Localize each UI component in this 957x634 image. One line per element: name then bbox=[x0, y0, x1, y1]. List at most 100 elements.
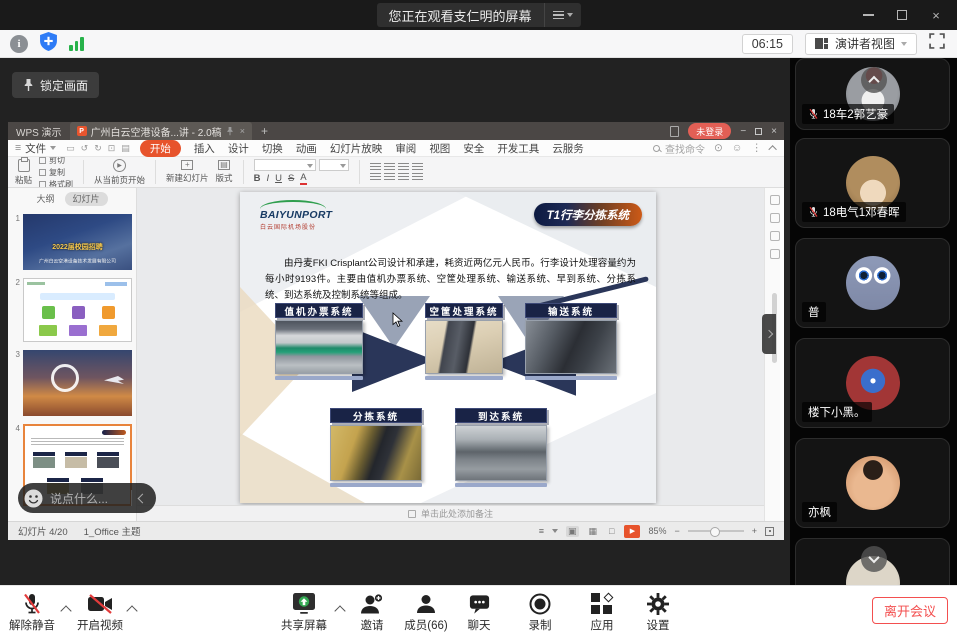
chat-bubble-icon bbox=[468, 591, 491, 616]
ribbon-tab-view: 视图 bbox=[429, 141, 450, 156]
wps-body: 大纲 幻灯片 1 2022届校园招聘 广州白云空港设备技术发展有限公司 2 bbox=[8, 188, 784, 521]
participant-name-tag: 18电气1邓春晖 bbox=[802, 202, 906, 222]
record-button[interactable]: 录制 bbox=[510, 591, 570, 633]
ribbon-tab-security: 安全 bbox=[463, 141, 484, 156]
ribbon-tab-transition: 切换 bbox=[262, 141, 283, 156]
logo-text: BAIYUNPORT bbox=[260, 210, 332, 222]
slide-counter: 幻灯片 4/20 bbox=[18, 524, 68, 538]
members-label: 成员(66) bbox=[404, 617, 447, 633]
wps-quick-icons: ▭↺↻⊡▤ bbox=[66, 143, 130, 154]
tray-photo bbox=[425, 320, 503, 374]
apps-grid-icon bbox=[591, 591, 613, 616]
panel-tabs: 大纲 幻灯片 bbox=[8, 191, 136, 206]
comment-icon: ⊙ bbox=[714, 142, 723, 154]
paste-tool: 粘贴 bbox=[15, 159, 32, 186]
copy-icon bbox=[39, 169, 46, 176]
ribbon-tab-devtools: 开发工具 bbox=[497, 141, 539, 156]
fullscreen-button[interactable] bbox=[929, 33, 945, 54]
sidebar-collapse-handle[interactable] bbox=[762, 314, 776, 354]
security-shield-icon[interactable] bbox=[40, 32, 57, 56]
close-button[interactable]: × bbox=[919, 0, 953, 30]
bold-button: B bbox=[254, 173, 261, 184]
wps-document-title: 广州白云空港设备...讲 - 2.0稿 bbox=[91, 124, 222, 139]
fit-slide-icon bbox=[765, 527, 774, 536]
chevron-down-icon bbox=[868, 552, 879, 563]
watching-options-button[interactable] bbox=[545, 3, 581, 27]
chevron-right-icon bbox=[765, 330, 773, 338]
strikethrough-button: S bbox=[288, 173, 294, 184]
paragraph-tools bbox=[370, 163, 423, 182]
clipboard-tools: 剪切 复制 格式刷 bbox=[39, 157, 73, 188]
settings-label: 设置 bbox=[647, 617, 670, 633]
slide-number: 3 bbox=[12, 350, 20, 359]
participant-tile[interactable]: 楼下小黑。 bbox=[795, 338, 950, 428]
participant-name: 普 bbox=[808, 304, 820, 320]
scroll-down-button[interactable] bbox=[861, 546, 887, 572]
minimize-button[interactable] bbox=[851, 0, 885, 30]
unmute-button[interactable]: 解除静音 bbox=[2, 591, 62, 633]
minimize-icon bbox=[863, 14, 874, 16]
participant-name: 18车2郭艺豪 bbox=[823, 106, 888, 122]
underline-button: U bbox=[275, 173, 282, 184]
thumb1-subtitle: 广州白云空港设备技术发展有限公司 bbox=[34, 257, 121, 264]
view-mode-button[interactable]: 演讲者视图 bbox=[805, 33, 917, 55]
start-video-button[interactable]: 开启视频 bbox=[70, 591, 130, 633]
chevron-down-icon bbox=[50, 146, 56, 150]
divider bbox=[131, 490, 132, 506]
cut-icon bbox=[39, 157, 46, 164]
meeting-info-icon[interactable]: i bbox=[10, 35, 28, 53]
chat-input-placeholder[interactable]: 说点什么... bbox=[50, 490, 124, 507]
mouse-cursor bbox=[392, 312, 403, 333]
arrival-photo bbox=[455, 425, 547, 481]
network-signal-icon[interactable] bbox=[69, 37, 84, 51]
play-icon: ▶ bbox=[113, 159, 126, 172]
rail-icon bbox=[770, 249, 780, 259]
settings-button[interactable]: 设置 bbox=[628, 591, 688, 633]
collapse-chat-icon[interactable] bbox=[138, 493, 148, 503]
list-icon bbox=[553, 11, 564, 19]
logo-swoosh-icon bbox=[260, 200, 326, 209]
camera-off-icon bbox=[87, 591, 113, 616]
statusbar-right: ≡ ▣ ▦ □ ▶ 85% − + bbox=[539, 525, 774, 538]
smiley-icon[interactable] bbox=[24, 489, 43, 508]
record-circle-icon bbox=[528, 591, 552, 616]
zoom-slider bbox=[688, 530, 744, 532]
command-search: 查找命令 bbox=[653, 141, 705, 156]
apps-button[interactable]: 应用 bbox=[572, 591, 632, 633]
wps-close-icon: × bbox=[771, 126, 777, 137]
scroll-up-button[interactable] bbox=[861, 67, 887, 93]
chevron-down-icon bbox=[552, 529, 558, 533]
lock-view-button[interactable]: 锁定画面 bbox=[12, 72, 99, 98]
wps-file-menu: ≡文件 bbox=[15, 141, 56, 156]
wps-presentation-icon: P bbox=[77, 126, 87, 136]
current-slide-canvas: BAIYUNPORT 白云国际机场股份 T1行李分拣系统 由丹麦FKI Cris… bbox=[240, 192, 656, 503]
system-box-checkin: 值机办票系统 bbox=[275, 303, 363, 380]
share-screen-button[interactable]: 共享屏幕 bbox=[274, 591, 334, 633]
slide-title-badge: T1行李分拣系统 bbox=[534, 203, 642, 226]
ribbon-tab-home: 开始 bbox=[140, 140, 181, 157]
chat-quick-input[interactable]: 说点什么... bbox=[18, 483, 156, 513]
more-icon: ⋮ bbox=[752, 142, 763, 154]
window-titlebar: 您正在观看支仁明的屏幕 × bbox=[0, 0, 957, 30]
slide-number: 4 bbox=[12, 424, 20, 433]
wps-shared-window: WPS 演示 P 广州白云空港设备...讲 - 2.0稿 × + 未登录 − ×… bbox=[8, 122, 784, 540]
chat-button[interactable]: 聊天 bbox=[449, 591, 509, 633]
slide-1-thumbnail: 2022届校园招聘 广州白云空港设备技术发展有限公司 bbox=[23, 214, 132, 270]
participant-tile[interactable]: 普 bbox=[795, 238, 950, 328]
leave-meeting-button[interactable]: 离开会议 bbox=[872, 597, 948, 624]
slide-editing-area: BAIYUNPORT 白云国际机场股份 T1行李分拣系统 由丹麦FKI Cris… bbox=[137, 188, 764, 521]
participant-tile[interactable]: 18电气1邓春晖 bbox=[795, 138, 950, 228]
conveyor-photo bbox=[525, 320, 617, 374]
avatar bbox=[846, 456, 900, 510]
unmute-label: 解除静音 bbox=[9, 617, 55, 633]
watching-banner: 您正在观看支仁明的屏幕 bbox=[376, 3, 580, 27]
maximize-button[interactable] bbox=[885, 0, 919, 30]
meeting-bottom-toolbar: 解除静音 开启视频 共享屏幕 邀请 成员(66) 聊天 录制 应用 设置 离开会… bbox=[0, 585, 957, 634]
layout-tool: ▤版式 bbox=[216, 160, 233, 184]
italic-button: I bbox=[266, 173, 269, 184]
lock-view-label: 锁定画面 bbox=[40, 77, 88, 94]
participant-tile[interactable]: 亦枫 bbox=[795, 438, 950, 528]
maximize-icon bbox=[897, 10, 907, 20]
slide-thumbnail-panel: 大纲 幻灯片 1 2022届校园招聘 广州白云空港设备技术发展有限公司 2 bbox=[8, 188, 137, 521]
wps-menubar-right: 查找命令 ⊙ ☺ ⋮ bbox=[653, 141, 777, 156]
